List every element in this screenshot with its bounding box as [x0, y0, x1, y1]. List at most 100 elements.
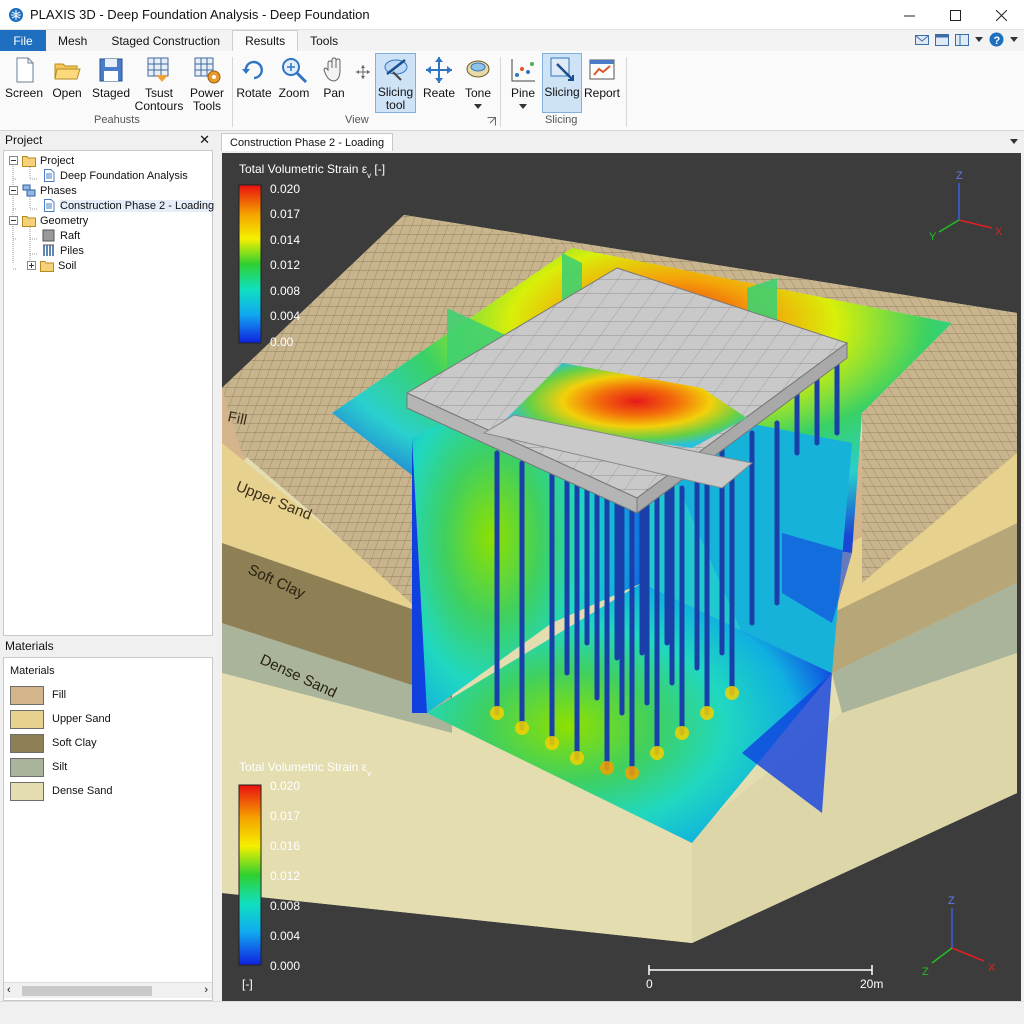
tone-label: Tone [464, 86, 492, 100]
horizontal-scrollbar[interactable]: ‹ › [4, 982, 212, 998]
material-name: Dense Sand [52, 785, 113, 797]
collapse-icon[interactable] [9, 156, 18, 165]
legend-bottom-tick: 0.000 [270, 959, 300, 973]
maximize-button[interactable] [932, 0, 978, 30]
title-bar: PLAXIS 3D - Deep Foundation Analysis - D… [0, 0, 1024, 30]
layout-icon[interactable] [955, 33, 969, 46]
tab-file[interactable]: File [0, 30, 46, 51]
document-tab-phase2[interactable]: Construction Phase 2 - Loading [221, 133, 394, 151]
move-arrows-icon[interactable] [356, 65, 370, 79]
mail-icon[interactable] [915, 34, 929, 46]
piles-icon [43, 244, 54, 256]
tree-item-raft[interactable]: Raft [42, 228, 80, 243]
rotate-icon [242, 60, 263, 80]
material-item-soft-clay[interactable]: Soft Clay [10, 733, 97, 753]
screen-button[interactable]: Screen [5, 55, 43, 100]
staged-button[interactable]: Staged [92, 55, 130, 100]
staged-label: Staged [91, 86, 131, 100]
zoom-button[interactable]: Zoom [278, 55, 310, 100]
close-window-button[interactable] [978, 0, 1024, 30]
tree-item-phase2[interactable]: Construction Phase 2 - Loading [42, 198, 215, 213]
scrollbar-thumb[interactable] [22, 986, 152, 996]
document-tabs-dropdown-icon[interactable] [1010, 139, 1018, 145]
material-swatch [10, 733, 44, 753]
minimize-button[interactable] [886, 0, 932, 30]
rotate-button[interactable]: Rotate [236, 55, 272, 100]
power-tools-button[interactable]: Power Tools [188, 55, 226, 113]
close-panel-icon[interactable]: ✕ [199, 132, 210, 148]
tree-item-project[interactable]: Project [9, 153, 74, 168]
help-dropdown-icon[interactable] [1010, 36, 1018, 43]
tree-item-piles[interactable]: Piles [42, 243, 84, 258]
material-name: Silt [52, 761, 68, 773]
legend-bottom-tick: 0.012 [270, 869, 300, 883]
report-button[interactable]: Report [584, 55, 620, 100]
zoom-icon [282, 58, 308, 84]
document-icon [44, 199, 55, 212]
legend-top-tick: 0.012 [270, 258, 300, 272]
tree-label-phase2: Construction Phase 2 - Loading [60, 199, 215, 212]
window-icon[interactable] [935, 33, 949, 46]
pine-button[interactable]: Pine [506, 55, 540, 110]
open-button[interactable]: Open [50, 55, 84, 100]
tab-staged-construction[interactable]: Staged Construction [99, 30, 232, 51]
tree-label-geometry: Geometry [40, 214, 89, 227]
pan-button[interactable]: Pan [318, 55, 350, 100]
move-cross-icon [426, 57, 452, 83]
scale-end-label: 20m [860, 977, 883, 991]
material-item-upper-sand[interactable]: Upper Sand [10, 709, 111, 729]
group-label-slicing: Slicing [545, 114, 578, 126]
tool-label: tool [385, 98, 406, 112]
material-item-fill[interactable]: Fill [10, 685, 66, 705]
collapse-icon[interactable] [9, 216, 18, 225]
material-item-silt[interactable]: Silt [10, 757, 67, 777]
pine-dropdown-icon[interactable] [519, 104, 527, 110]
scroll-left-icon[interactable]: ‹ [7, 984, 11, 996]
material-swatch [10, 685, 44, 705]
reate-button[interactable]: Reate [422, 55, 456, 100]
axis-triad-top: Z X Y [929, 170, 1003, 243]
open-label: Open [52, 86, 82, 100]
reate-label: Reate [422, 86, 456, 100]
slicing-tool-icon [384, 59, 407, 81]
tree-item-geometry[interactable]: Geometry [9, 213, 88, 228]
tree-item-phases[interactable]: Phases [9, 183, 77, 198]
ribbon-separator-2 [500, 57, 501, 127]
slicing-tool-button[interactable]: Slicing tool [375, 53, 416, 113]
collapse-icon[interactable] [9, 186, 18, 195]
expand-icon[interactable] [27, 261, 36, 270]
material-swatch [10, 757, 44, 777]
legend-bottom-unit: [-] [242, 977, 253, 991]
tone-dropdown-icon[interactable] [474, 104, 482, 110]
materials-list-header: Materials [10, 665, 55, 677]
tab-tools[interactable]: Tools [298, 30, 350, 51]
scroll-right-icon[interactable]: › [204, 984, 208, 996]
group-label-peahusts: Peahusts [94, 114, 140, 126]
chart-icon [511, 59, 535, 82]
tone-button[interactable]: Tone [462, 55, 494, 110]
legend-top-tick: 0.020 [270, 182, 300, 196]
tree-label-project: Project [40, 154, 75, 167]
document-icon [16, 57, 34, 83]
tab-mesh[interactable]: Mesh [46, 30, 99, 51]
3d-viewport[interactable]: Fill Upper Sand Soft Clay Dense Sand Tot… [222, 153, 1021, 1001]
ribbon-panel: Screen Open Staged Tsust Contours Power … [0, 51, 1024, 131]
material-item-dense-sand[interactable]: Dense Sand [10, 781, 113, 801]
slicing-button[interactable]: Slicing [542, 53, 582, 113]
material-name: Soft Clay [52, 737, 97, 749]
model-view[interactable]: Fill Upper Sand Soft Clay Dense Sand Tot… [222, 153, 1021, 1001]
window-title: PLAXIS 3D - Deep Foundation Analysis - D… [30, 7, 370, 22]
report-label: Report [583, 86, 621, 100]
tree-item-analysis[interactable]: Deep Foundation Analysis [42, 168, 188, 183]
legend-bottom-tick: 0.016 [270, 839, 300, 853]
tone-icon [466, 60, 490, 78]
dialog-launcher-icon[interactable] [487, 117, 496, 126]
materials-panel-header: Materials [0, 637, 216, 655]
material-swatch [10, 709, 44, 729]
help-icon[interactable]: ? [989, 32, 1004, 47]
tree-item-soil[interactable]: Soil [27, 258, 76, 273]
tab-results[interactable]: Results [232, 30, 299, 51]
tsust-contours-button[interactable]: Tsust Contours [135, 55, 183, 113]
dropdown-arrow-icon[interactable] [975, 36, 983, 43]
axis-z-label: Z [948, 895, 955, 907]
